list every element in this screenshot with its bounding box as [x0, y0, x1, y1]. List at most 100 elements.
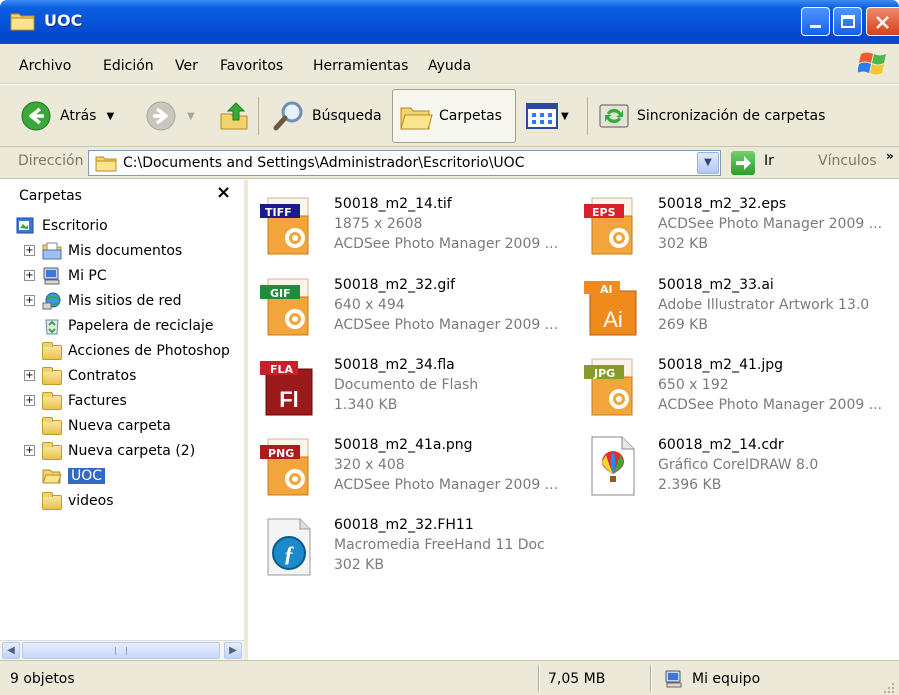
maximize-button[interactable]: [833, 7, 862, 36]
folders-horizontal-scrollbar[interactable]: ◀ ▶: [0, 640, 244, 660]
menu-favoritos[interactable]: Favoritos: [220, 58, 283, 74]
address-dropdown-icon[interactable]: ▼: [697, 152, 719, 174]
back-button[interactable]: Atrás ▼: [20, 85, 114, 147]
back-arrow-icon: [21, 101, 51, 131]
folders-button[interactable]: Carpetas: [392, 89, 516, 143]
chevron-right-icon[interactable]: »: [886, 149, 894, 163]
network-icon: [42, 292, 61, 310]
toolbar-separator: [587, 97, 588, 135]
file-list: TIFF 50018_m2_14.tif 1875 x 2608 ACDSee …: [248, 180, 899, 660]
file-info: 302 KB: [658, 236, 708, 252]
open-folder-icon: [42, 469, 62, 484]
svg-text:ƒ: ƒ: [284, 541, 295, 566]
file-item-fla[interactable]: Fl FLA 50018_m2_34.fla Documento de Flas…: [248, 347, 568, 427]
address-bar: Dirección C:\Documents and Settings\Admi…: [0, 147, 899, 179]
recycle-bin-icon: [45, 319, 59, 335]
tree-item-mis-documentos[interactable]: Mis documentos: [42, 239, 182, 263]
expand-icon[interactable]: +: [24, 395, 35, 406]
file-info: 650 x 192: [658, 377, 729, 393]
file-name: 60018_m2_32.FH11: [334, 517, 474, 533]
up-folder-button[interactable]: [218, 85, 250, 147]
scroll-right-icon[interactable]: ▶: [224, 642, 242, 659]
file-badge: AI: [600, 283, 613, 296]
tree-item-nueva-carpeta-2[interactable]: Nueva carpeta (2): [42, 439, 195, 463]
file-item-eps[interactable]: EPS 50018_m2_32.eps ACDSee Photo Manager…: [572, 186, 892, 266]
window-title: UOC: [44, 11, 83, 30]
folders-icon: [400, 107, 433, 130]
file-item-cdr[interactable]: 60018_m2_14.cdr Gráfico CorelDRAW 8.0 2.…: [572, 427, 892, 507]
close-icon: [876, 16, 889, 29]
views-dropdown-icon[interactable]: ▼: [561, 111, 569, 122]
file-name: 50018_m2_33.ai: [658, 277, 774, 293]
search-button[interactable]: Búsqueda: [272, 85, 382, 147]
tree-item-uoc[interactable]: UOC: [42, 464, 106, 488]
acdsee-icon: [584, 358, 633, 416]
sync-icon: [599, 104, 629, 128]
forward-button[interactable]: ▼: [145, 85, 195, 147]
file-name: 60018_m2_14.cdr: [658, 437, 784, 453]
expand-icon[interactable]: +: [24, 270, 35, 281]
menu-herramientas[interactable]: Herramientas: [313, 58, 408, 74]
menu-archivo[interactable]: Archivo: [19, 58, 71, 74]
forward-arrow-icon: [146, 101, 176, 131]
address-input[interactable]: C:\Documents and Settings\Administrador\…: [88, 150, 721, 176]
tree-item-nueva-carpeta[interactable]: Nueva carpeta: [42, 414, 171, 438]
file-item-ai[interactable]: Ai AI 50018_m2_33.ai Adobe Illustrator A…: [572, 267, 892, 347]
resize-grip-icon[interactable]: [882, 681, 896, 695]
file-item-fh11[interactable]: ƒ 60018_m2_32.FH11 Macromedia FreeHand 1…: [248, 507, 568, 587]
expand-icon[interactable]: +: [24, 245, 35, 256]
title-bar[interactable]: UOC: [0, 0, 899, 44]
folders-label: Carpetas: [439, 108, 502, 124]
views-button[interactable]: ▼: [526, 85, 569, 147]
tree-item-label: UOC: [68, 468, 106, 484]
tree-item-mi-pc[interactable]: Mi PC: [42, 264, 107, 288]
acdsee-icon: [584, 197, 633, 255]
scrollbar-thumb[interactable]: [22, 642, 220, 659]
tree-item-videos[interactable]: videos: [42, 489, 114, 513]
search-label: Búsqueda: [312, 108, 382, 124]
go-label[interactable]: Ir: [764, 153, 774, 169]
menu-ayuda[interactable]: Ayuda: [428, 58, 471, 74]
tree-item-acciones-de-photoshop[interactable]: Acciones de Photoshop: [42, 339, 230, 363]
back-label: Atrás: [60, 108, 97, 124]
file-item-png[interactable]: PNG 50018_m2_41a.png 320 x 408 ACDSee Ph…: [248, 427, 568, 507]
tree-item-mis-sitios-de-red[interactable]: Mis sitios de red: [42, 289, 181, 313]
tree-item-factures[interactable]: Factures: [42, 389, 127, 413]
file-info: ACDSee Photo Manager 2009 ...: [334, 317, 559, 333]
forward-dropdown-icon[interactable]: ▼: [187, 111, 195, 122]
desktop-icon: [16, 217, 34, 234]
go-button[interactable]: [731, 151, 755, 175]
tree-item-escritorio[interactable]: Escritorio: [16, 214, 108, 238]
coreldraw-icon: [591, 436, 635, 496]
status-location-label: Mi equipo: [692, 670, 761, 687]
file-item-jpg[interactable]: JPG 50018_m2_41.jpg 650 x 192 ACDSee Pho…: [572, 347, 892, 427]
expand-icon[interactable]: +: [24, 295, 35, 306]
folder-icon: [42, 417, 62, 435]
freehand-icon: ƒ: [267, 518, 311, 576]
sync-folders-button[interactable]: Sincronización de carpetas: [597, 85, 825, 147]
scroll-left-icon[interactable]: ◀: [2, 642, 20, 659]
folder-icon: [42, 492, 62, 510]
close-button[interactable]: [866, 7, 899, 36]
expand-icon[interactable]: +: [24, 370, 35, 381]
file-item-gif[interactable]: GIF 50018_m2_32.gif 640 x 494 ACDSee Pho…: [248, 267, 568, 347]
status-bar: 9 objetos 7,05 MB Mi equipo: [0, 660, 899, 695]
expand-icon[interactable]: +: [24, 445, 35, 456]
file-info: ACDSee Photo Manager 2009 ...: [334, 236, 559, 252]
menu-edicion[interactable]: Edición: [103, 58, 154, 74]
links-label[interactable]: Vínculos: [818, 153, 877, 169]
views-icon: [526, 103, 558, 129]
file-item-tif[interactable]: TIFF 50018_m2_14.tif 1875 x 2608 ACDSee …: [248, 186, 568, 266]
sync-label: Sincronización de carpetas: [637, 108, 826, 124]
tree-item-contratos[interactable]: Contratos: [42, 364, 136, 388]
file-badge: FLA: [270, 363, 294, 376]
back-dropdown-icon[interactable]: ▼: [106, 111, 114, 122]
close-icon[interactable]: ×: [216, 182, 231, 203]
minimize-button[interactable]: [801, 7, 830, 36]
tree-item-papelera[interactable]: Papelera de reciclaje: [42, 314, 213, 338]
folders-pane: Carpetas × Escritorio + Mis documentos +…: [0, 180, 248, 660]
acdsee-icon: [260, 197, 309, 255]
file-info: Adobe Illustrator Artwork 13.0: [658, 297, 870, 313]
menu-ver[interactable]: Ver: [175, 58, 198, 74]
windows-logo-icon: [858, 52, 886, 75]
